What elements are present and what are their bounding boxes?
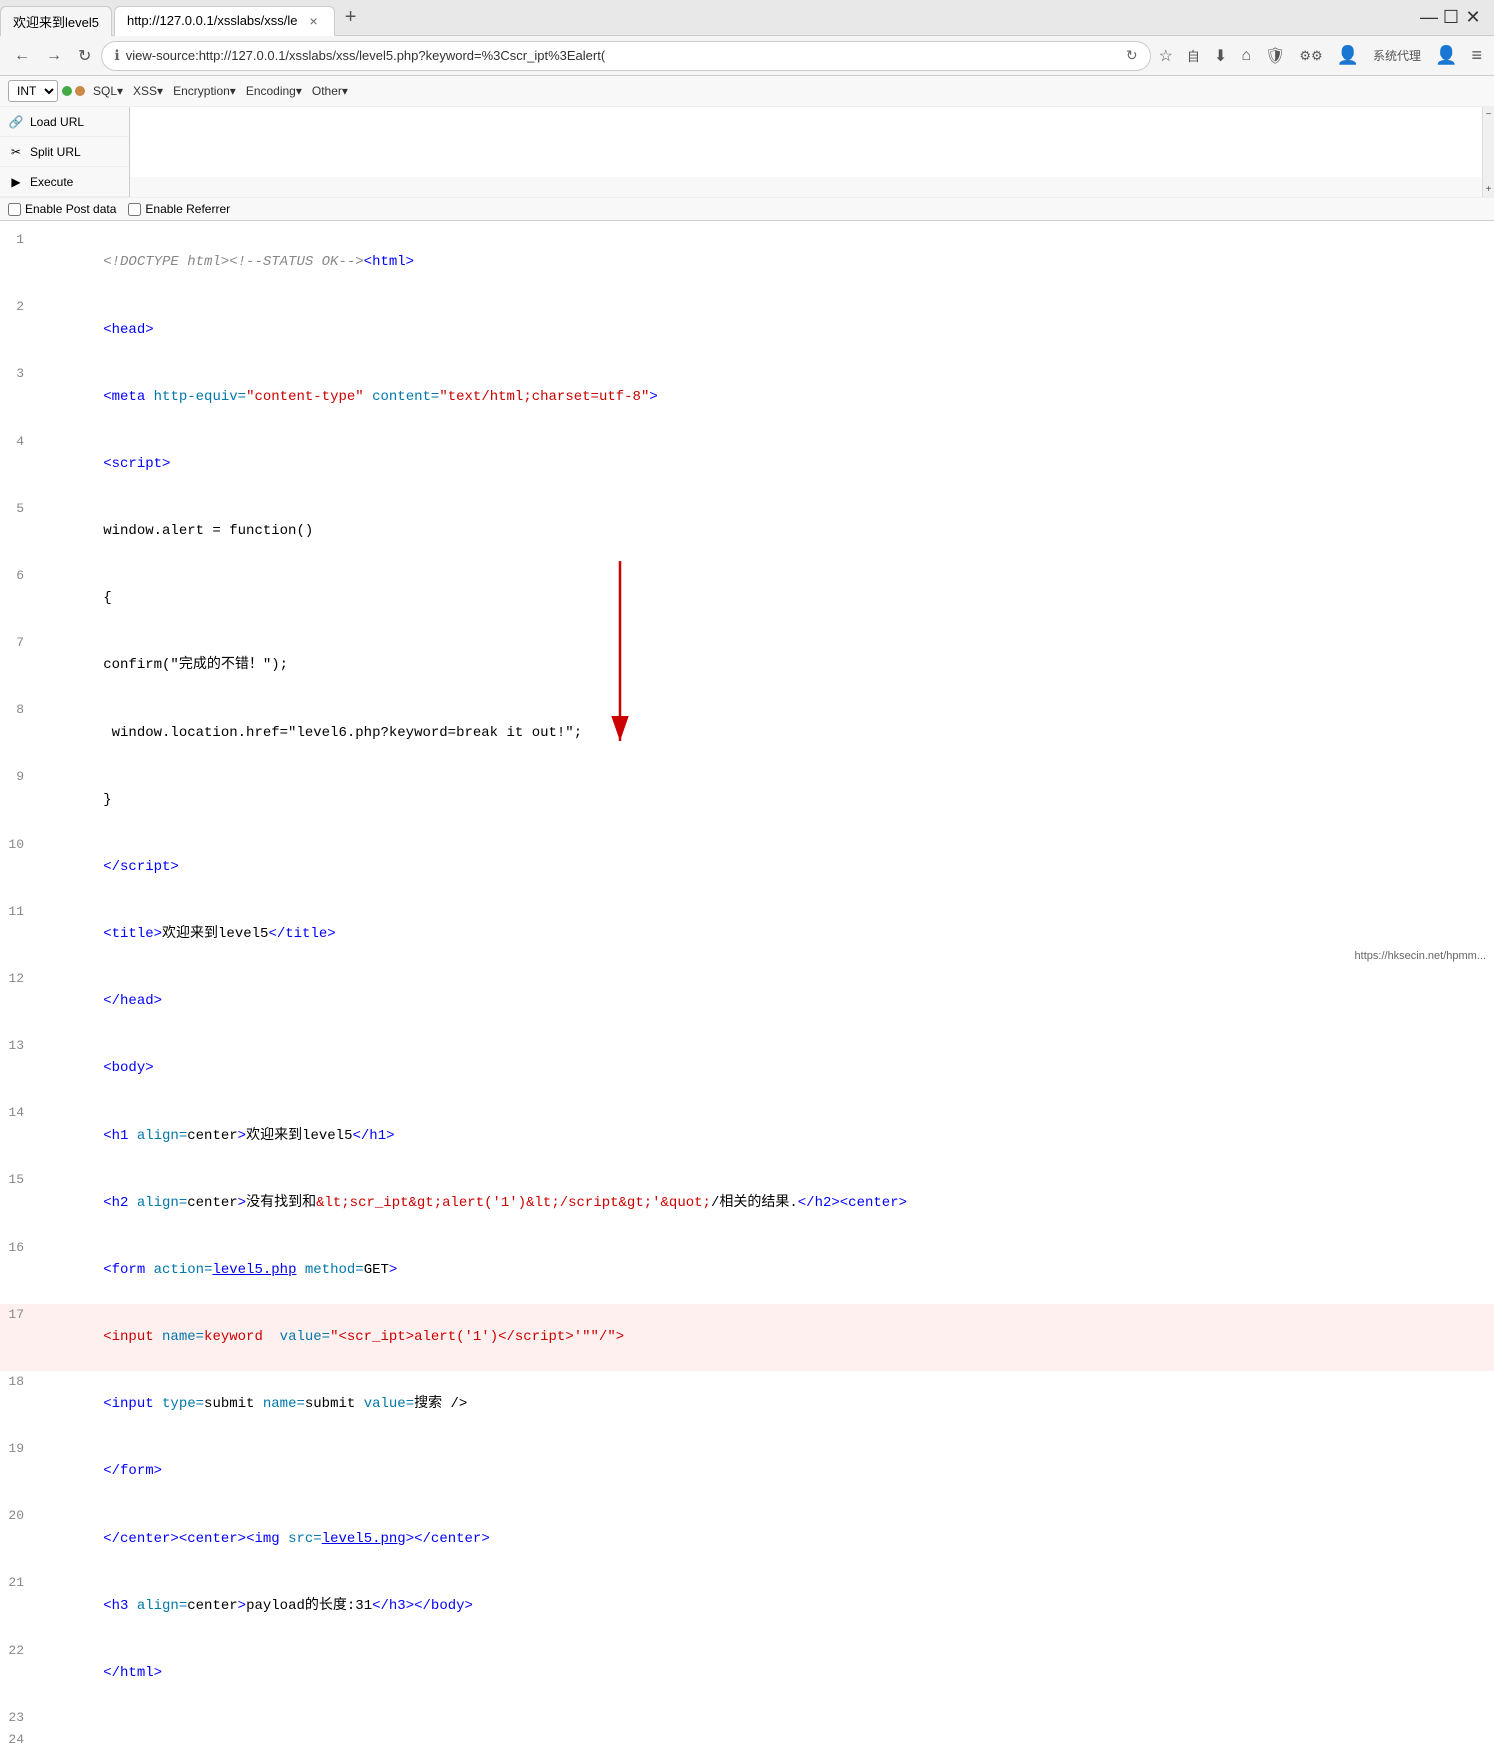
tab-2[interactable]: http://127.0.0.1/xsslabs/xss/le × — [114, 6, 335, 36]
enable-referrer-text: Enable Referrer — [145, 202, 230, 216]
hackbar: INT SQL▾ XSS▾ Encryption▾ Encoding▾ Othe… — [0, 76, 1494, 221]
enable-post-label[interactable]: Enable Post data — [8, 202, 116, 216]
reader-mode-button[interactable]: 自 — [1183, 42, 1204, 69]
load-url-label: Load URL — [30, 115, 84, 129]
other-menu[interactable]: Other▾ — [308, 82, 352, 100]
source-view: 1 <!DOCTYPE html><!--STATUS OK--><html> … — [0, 221, 1494, 1760]
refresh-button[interactable]: ↻ — [72, 42, 97, 70]
enable-referrer-checkbox[interactable] — [128, 203, 141, 216]
source-line-12: 12 </head> — [0, 968, 1494, 1035]
source-line-7: 7 confirm("完成的不错！"); — [0, 632, 1494, 699]
source-line-14: 14 <h1 align=center>欢迎来到level5</h1> — [0, 1102, 1494, 1169]
forward-button[interactable]: → — [40, 43, 68, 69]
home-button[interactable]: ⌂ — [1237, 43, 1255, 69]
source-line-18: 18 <input type=submit name=submit value=… — [0, 1371, 1494, 1438]
address-bar[interactable]: ℹ view-source:http://127.0.0.1/xsslabs/x… — [101, 41, 1150, 71]
encryption-menu[interactable]: Encryption▾ — [169, 82, 240, 100]
split-url-icon: ✂ — [8, 144, 24, 160]
maximize-button[interactable]: ☐ — [1442, 9, 1460, 27]
hackbar-menu: SQL▾ XSS▾ Encryption▾ Encoding▾ Other▾ — [89, 82, 352, 100]
status-bar: https://hksecin.net/hpmm... — [1347, 948, 1494, 964]
source-line-9: 9 } — [0, 766, 1494, 833]
window-controls: — ☐ ✕ — [1420, 9, 1494, 27]
enable-referrer-label[interactable]: Enable Referrer — [128, 202, 230, 216]
address-text: view-source:http://127.0.0.1/xsslabs/xss… — [126, 48, 1120, 63]
source-line-1: 1 <!DOCTYPE html><!--STATUS OK--><html> — [0, 229, 1494, 296]
source-line-19: 19 </form> — [0, 1438, 1494, 1505]
hackbar-body: 🔗 Load URL ✂ Split URL ▶ Execute − + — [0, 107, 1494, 197]
tab-1[interactable]: 欢迎来到level5 — [0, 6, 112, 36]
source-line-4: 4 <script> — [0, 431, 1494, 498]
source-line-16: 16 <form action=level5.php method=GET> — [0, 1237, 1494, 1304]
hackbar-scrollbar: − + — [1482, 107, 1494, 197]
minimize-button[interactable]: — — [1420, 9, 1438, 27]
encoding-menu[interactable]: Encoding▾ — [242, 82, 306, 100]
proxy-button[interactable]: 系统代理 — [1369, 43, 1425, 68]
source-line-2: 2 <head> — [0, 296, 1494, 363]
hackbar-dots — [62, 86, 85, 96]
hackbar-top: INT SQL▾ XSS▾ Encryption▾ Encoding▾ Othe… — [0, 76, 1494, 107]
source-line-20: 20 </center><center><img src=level5.png>… — [0, 1505, 1494, 1572]
dot-green — [62, 86, 72, 96]
execute-label: Execute — [30, 175, 73, 189]
info-icon: ℹ — [114, 47, 119, 64]
hackbar-sidebar: 🔗 Load URL ✂ Split URL ▶ Execute — [0, 107, 130, 197]
source-line-22: 22 </html> — [0, 1640, 1494, 1707]
close-button[interactable]: ✕ — [1464, 9, 1482, 27]
status-text: https://hksecin.net/hpmm... — [1355, 950, 1486, 962]
sql-menu[interactable]: SQL▾ — [89, 82, 127, 100]
tools-button[interactable]: ⚙⚙ — [1295, 44, 1326, 68]
tab-2-label: http://127.0.0.1/xsslabs/xss/le — [127, 13, 298, 28]
source-line-10: 10 </script> — [0, 834, 1494, 901]
load-url-icon: 🔗 — [8, 114, 24, 130]
load-url-button[interactable]: 🔗 Load URL — [0, 107, 129, 137]
avatar-button[interactable]: 👤 — [1431, 41, 1461, 70]
source-line-5: 5 window.alert = function() — [0, 498, 1494, 565]
split-url-label: Split URL — [30, 145, 81, 159]
back-button[interactable]: ← — [8, 43, 36, 69]
new-tab-button[interactable]: + — [337, 6, 365, 29]
source-line-8: 8 window.location.href="level6.php?keywo… — [0, 699, 1494, 766]
source-line-21: 21 <h3 align=center>payload的长度:31</h3></… — [0, 1572, 1494, 1639]
source-line-3: 3 <meta http-equiv="content-type" conten… — [0, 363, 1494, 430]
execute-button[interactable]: ▶ Execute — [0, 167, 129, 197]
tab-2-close[interactable]: × — [306, 11, 322, 31]
main-area: 1 <!DOCTYPE html><!--STATUS OK--><html> … — [0, 221, 1494, 1760]
source-line-23: 23 — [0, 1707, 1494, 1729]
hackbar-textarea[interactable] — [130, 107, 1494, 177]
xss-menu[interactable]: XSS▾ — [129, 82, 167, 100]
tab-area: 欢迎来到level5 http://127.0.0.1/xsslabs/xss/… — [0, 0, 1420, 36]
nav-bar: ← → ↻ ℹ view-source:http://127.0.0.1/xss… — [0, 36, 1494, 76]
source-line-24: 24 — [0, 1729, 1494, 1751]
dot-orange — [75, 86, 85, 96]
split-url-button[interactable]: ✂ Split URL — [0, 137, 129, 167]
scroll-minus-button[interactable]: − — [1486, 109, 1492, 120]
tab-1-label: 欢迎来到level5 — [13, 12, 99, 31]
scroll-plus-button[interactable]: + — [1486, 184, 1492, 195]
bookmark-star-button[interactable]: ☆ — [1155, 42, 1177, 70]
title-bar: 欢迎来到level5 http://127.0.0.1/xsslabs/xss/… — [0, 0, 1494, 36]
enable-post-checkbox[interactable] — [8, 203, 21, 216]
menu-button[interactable]: ≡ — [1467, 41, 1486, 70]
refresh-inline-button[interactable]: ↻ — [1126, 47, 1138, 64]
profile-icon-button[interactable]: 👤 — [1333, 41, 1363, 70]
execute-icon: ▶ — [8, 174, 24, 190]
download-button[interactable]: ⬇ — [1210, 42, 1231, 70]
source-line-6: 6 { — [0, 565, 1494, 632]
shield-button[interactable]: 🛡 — [1261, 42, 1289, 70]
source-line-13: 13 <body> — [0, 1035, 1494, 1102]
enable-post-text: Enable Post data — [25, 202, 116, 216]
hackbar-main: − + — [130, 107, 1494, 197]
source-line-17: 17 <input name=keyword value="<scr_ipt>a… — [0, 1304, 1494, 1371]
source-line-15: 15 <h2 align=center>没有找到和&lt;scr_ipt&gt;… — [0, 1169, 1494, 1236]
int-select[interactable]: INT — [8, 80, 58, 102]
hackbar-bottom: Enable Post data Enable Referrer — [0, 197, 1494, 220]
source-line-11: 11 <title>欢迎来到level5</title> — [0, 901, 1494, 968]
nav-icons: ☆ 自 ⬇ ⌂ 🛡 ⚙⚙ 👤 系统代理 👤 ≡ — [1155, 41, 1486, 70]
